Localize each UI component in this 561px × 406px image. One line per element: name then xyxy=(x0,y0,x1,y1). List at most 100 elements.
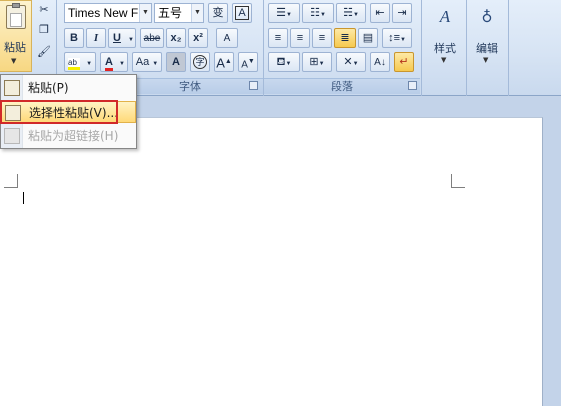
borders-button[interactable]: ⊞▼ xyxy=(302,52,332,72)
distributed-button[interactable]: ▤ xyxy=(358,28,378,48)
line-spacing-button[interactable]: ↕≡▼ xyxy=(382,28,412,48)
align-center-button[interactable]: ≡ xyxy=(290,28,310,48)
crop-mark-top-right xyxy=(451,174,465,188)
strikethrough-icon: abe xyxy=(143,33,161,44)
group-separator xyxy=(421,0,422,96)
change-case-button[interactable]: Aa ▼ xyxy=(132,52,162,72)
font-group-text: 字体 xyxy=(179,80,201,93)
menu-item-label: 粘贴为超链接(H) xyxy=(28,129,119,143)
font-color-button[interactable]: A ▼ xyxy=(100,52,128,72)
strikethrough-button[interactable]: abe xyxy=(140,28,164,48)
chinese-layout-button[interactable]: ✕▼ xyxy=(336,52,366,72)
chevron-down-icon[interactable]: ▼ xyxy=(286,61,292,67)
sort-icon: A↓ xyxy=(374,57,386,68)
superscript-icon: x² xyxy=(193,32,203,44)
enclose-characters-button[interactable]: 字 xyxy=(190,52,210,72)
chevron-down-icon[interactable]: ▼ xyxy=(286,12,292,18)
crop-mark-top-left xyxy=(4,174,18,188)
underline-button[interactable]: U ▼ xyxy=(108,28,136,48)
chevron-down-icon[interactable]: ▼ xyxy=(128,37,134,43)
clear-formatting-icon: A xyxy=(223,33,231,44)
align-left-icon: ≡ xyxy=(274,32,282,44)
chevron-down-icon[interactable]: ▼ xyxy=(353,12,359,18)
cut-icon[interactable]: ✂ xyxy=(37,2,51,18)
format-painter-icon[interactable]: 🖌 xyxy=(37,44,51,60)
clear-formatting-button[interactable]: A xyxy=(216,28,238,48)
italic-icon: I xyxy=(93,32,99,44)
font-name-value: Times New F xyxy=(68,6,139,20)
chevron-down-icon[interactable]: ▼ xyxy=(152,61,158,67)
chevron-down-icon: ▼ xyxy=(11,57,17,65)
character-shading-button[interactable]: A xyxy=(166,52,186,72)
editing-button[interactable]: ♁ 编辑 ▼ xyxy=(470,2,504,72)
text-highlight-button[interactable]: ab ▼ xyxy=(64,52,96,72)
menu-item-paste[interactable]: 粘贴(P) xyxy=(1,77,136,99)
chevron-down-icon[interactable]: ▼ xyxy=(86,61,92,67)
binoculars-icon: ♁ xyxy=(481,8,493,26)
bold-button[interactable]: B xyxy=(64,28,84,48)
text-cursor xyxy=(23,192,24,204)
increase-indent-button[interactable]: ⇥ xyxy=(392,3,412,23)
chevron-down-icon[interactable]: ▼ xyxy=(139,4,151,22)
align-left-button[interactable]: ≡ xyxy=(268,28,288,48)
paste-hyperlink-icon xyxy=(4,128,20,144)
paste-label: 粘贴 xyxy=(4,41,26,54)
chinese-layout-icon: ✕ xyxy=(343,56,353,68)
styles-button[interactable]: A 样式 ▼ xyxy=(428,2,462,72)
bold-icon: B xyxy=(70,32,78,44)
multilevel-list-button[interactable]: ☵▼ xyxy=(336,3,366,23)
paragraph-dialog-launcher[interactable] xyxy=(408,81,417,90)
annotation-highlight-box xyxy=(0,100,118,124)
styles-icon: A xyxy=(439,7,451,26)
chevron-down-icon[interactable]: ▼ xyxy=(191,4,203,22)
character-border-button[interactable]: A xyxy=(232,3,252,23)
bullets-button[interactable]: ☰▼ xyxy=(268,3,300,23)
chevron-down-icon: ▼ xyxy=(441,56,447,64)
change-case-icon: Aa xyxy=(135,56,150,68)
group-separator xyxy=(466,0,467,96)
font-dialog-launcher[interactable] xyxy=(249,81,258,90)
paste-icon xyxy=(4,80,20,96)
paragraph-group-label: 段落 xyxy=(264,78,420,94)
superscript-button[interactable]: x² xyxy=(188,28,208,48)
chevron-down-icon[interactable]: ▼ xyxy=(119,61,125,67)
menu-item-label: 粘贴(P) xyxy=(28,81,69,95)
chevron-down-icon[interactable]: ▼ xyxy=(320,12,326,18)
underline-icon: U xyxy=(113,32,121,44)
numbering-button[interactable]: ☷▼ xyxy=(302,3,334,23)
menu-item-paste-as-hyperlink: 粘贴为超链接(H) xyxy=(1,125,136,147)
font-color-icon: A xyxy=(105,56,113,71)
chevron-down-icon[interactable]: ▼ xyxy=(319,61,325,67)
copy-icon[interactable]: ❐ xyxy=(37,22,51,38)
chevron-down-icon[interactable]: ▼ xyxy=(353,61,359,67)
grow-font-icon: A xyxy=(216,55,225,71)
paint-bucket-icon: ⛾ xyxy=(276,56,286,68)
multilevel-list-icon: ☵ xyxy=(343,7,353,19)
show-marks-button[interactable]: ↵ xyxy=(394,52,414,72)
styles-label: 样式 xyxy=(434,42,456,55)
subscript-icon: x₂ xyxy=(170,32,182,44)
font-name-combobox[interactable]: Times New F ▼ xyxy=(64,3,152,23)
align-right-button[interactable]: ≡ xyxy=(312,28,332,48)
grow-font-button[interactable]: A▲ xyxy=(214,52,234,72)
paste-button[interactable]: 粘贴 ▼ xyxy=(0,0,32,72)
subscript-button[interactable]: x₂ xyxy=(166,28,186,48)
justify-icon: ≣ xyxy=(340,32,350,44)
character-shading-icon: A xyxy=(172,56,180,68)
chevron-down-icon[interactable]: ▼ xyxy=(400,37,406,43)
highlighter-icon: ab xyxy=(68,58,80,70)
group-separator xyxy=(508,0,509,96)
character-border-icon: A xyxy=(235,6,249,20)
shrink-font-icon: A xyxy=(241,59,248,71)
document-page[interactable] xyxy=(0,117,543,406)
phonetic-guide-button[interactable]: 变 xyxy=(208,3,228,23)
justify-button[interactable]: ≣ xyxy=(334,28,356,48)
shrink-font-button[interactable]: A▼ xyxy=(238,52,258,72)
font-size-combobox[interactable]: 五号 ▼ xyxy=(154,3,204,23)
border-icon: ⊞ xyxy=(309,56,319,68)
shading-button[interactable]: ⛾▼ xyxy=(268,52,300,72)
editing-label: 编辑 xyxy=(476,42,498,55)
italic-button[interactable]: I xyxy=(86,28,106,48)
decrease-indent-button[interactable]: ⇤ xyxy=(370,3,390,23)
sort-button[interactable]: A↓ xyxy=(370,52,390,72)
